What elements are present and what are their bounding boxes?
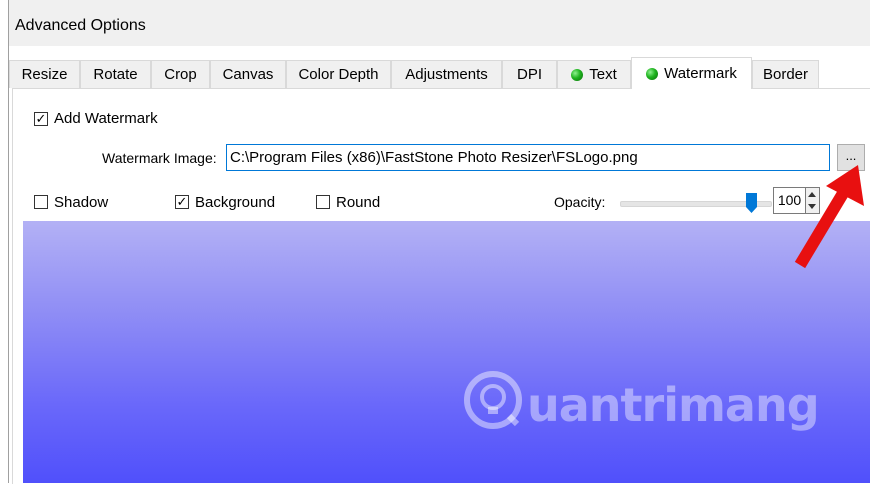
tab-label: Crop — [164, 66, 197, 83]
tab-rotate[interactable]: Rotate — [80, 60, 151, 88]
watermark-image-label: Watermark Image: — [102, 150, 217, 166]
watermark-preview — [23, 221, 870, 483]
advanced-options-window: Advanced Options Resize Rotate Crop Canv… — [0, 0, 870, 484]
tab-canvas[interactable]: Canvas — [210, 60, 286, 88]
tab-strip: Resize Rotate Crop Canvas Color Depth Ad… — [9, 57, 870, 89]
tab-adjustments[interactable]: Adjustments — [391, 60, 502, 88]
tab-label: Rotate — [93, 66, 138, 83]
background-label: Background — [195, 194, 276, 211]
tab-label: Adjustments — [405, 66, 488, 83]
tab-label: DPI — [516, 66, 542, 83]
tab-border[interactable]: Border — [752, 60, 819, 88]
red-annotation-arrow-icon — [794, 165, 864, 269]
add-watermark-checkbox[interactable] — [34, 112, 48, 126]
background-checkbox[interactable] — [175, 195, 189, 209]
tab-label: Border — [762, 66, 809, 83]
tab-label: Resize — [21, 66, 68, 83]
round-label: Round — [336, 194, 381, 211]
add-watermark-label: Add Watermark — [54, 110, 158, 127]
tab-dpi[interactable]: DPI — [502, 60, 557, 88]
shadow-label: Shadow — [54, 194, 109, 211]
shadow-checkbox[interactable] — [34, 195, 48, 209]
watermark-image-path-input[interactable] — [226, 144, 830, 171]
tab-text[interactable]: Text — [557, 60, 631, 88]
tab-resize[interactable]: Resize — [9, 60, 80, 88]
window-title: Advanced Options — [15, 17, 146, 34]
tab-label: Color Depth — [298, 66, 379, 83]
round-checkbox[interactable] — [316, 195, 330, 209]
tab-label: Canvas — [222, 66, 274, 83]
status-dot-icon — [646, 67, 659, 80]
lightbulb-logo-icon — [464, 371, 522, 429]
title-bar: Advanced Options — [9, 0, 870, 46]
tab-label: Watermark — [664, 65, 737, 82]
status-dot-icon — [571, 68, 584, 81]
watermark-logo-text: uantrimang — [527, 378, 820, 432]
tab-watermark[interactable]: Watermark — [631, 57, 752, 89]
opacity-label: Opacity: — [554, 194, 606, 210]
tab-label: Text — [589, 66, 617, 83]
tab-color-depth[interactable]: Color Depth — [286, 60, 391, 88]
tab-crop[interactable]: Crop — [151, 60, 210, 88]
